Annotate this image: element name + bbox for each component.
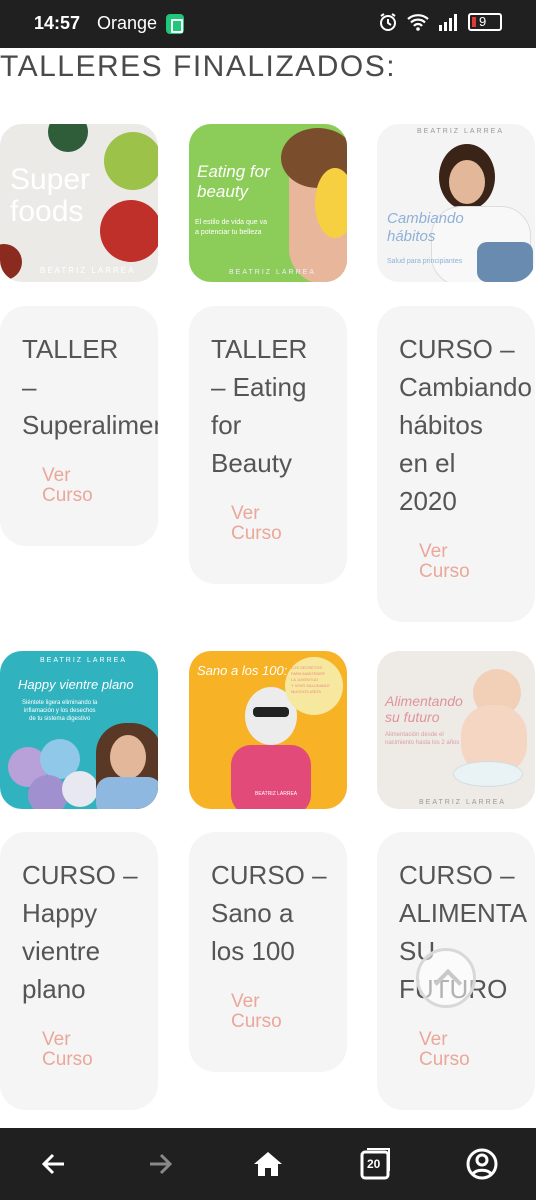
battery-level: 9 — [479, 14, 487, 29]
course-thumbnail-alimentando-su-futuro[interactable]: Alimentando su futuro Alimentación desde… — [377, 651, 535, 809]
battery-icon: 9 — [468, 13, 502, 31]
scroll-to-top-button[interactable] — [416, 948, 476, 1008]
ver-curso-link[interactable]: Ver Curso — [231, 992, 282, 1032]
wifi-icon — [407, 14, 429, 31]
tabs-button[interactable]: 20 — [356, 1144, 396, 1184]
course-thumbnail-eating-for-beauty[interactable]: Eating for beauty El estilo de vida que … — [189, 124, 347, 282]
course-title[interactable]: TALLER – Eating for Beauty — [211, 330, 307, 482]
ver-curso-link[interactable]: Ver Curso — [231, 504, 282, 544]
ver-curso-link[interactable]: Ver Curso — [42, 1030, 93, 1070]
thumb-title: Sano a los 100: — [197, 663, 288, 678]
status-bar: 14:57 Orange 9 — [0, 0, 536, 48]
thumb-title: Cambiando hábitos — [387, 210, 464, 245]
course-card-happy-vientre-plano[interactable]: CURSO – Happy vientre plano Ver Curso — [0, 832, 158, 1110]
back-arrow-icon[interactable] — [34, 1144, 74, 1184]
course-card-eating-for-beauty[interactable]: TALLER – Eating for Beauty Ver Curso — [189, 306, 347, 584]
course-thumbnail-superfoods[interactable]: Super foods BEATRIZ LARREA — [0, 124, 158, 282]
tabs-count: 20 — [367, 1157, 381, 1171]
browser-nav-bar: 20 — [0, 1128, 536, 1200]
course-title[interactable]: CURSO – Cambiando hábitos en el 2020 — [399, 330, 532, 520]
sim-icon — [166, 14, 184, 34]
course-card-cambiando-habitos[interactable]: CURSO – Cambiando hábitos en el 2020 Ver… — [377, 306, 535, 622]
thumb-title: Happy vientre plano — [18, 677, 134, 692]
thumb-subtitle: Siéntete ligera eliminando la inflamació… — [22, 700, 98, 722]
course-card-sano-a-los-100[interactable]: CURSO – Sano a los 100 Ver Curso — [189, 832, 347, 1072]
status-time: 14:57 — [34, 13, 81, 33]
ver-curso-link[interactable]: Ver Curso — [419, 542, 470, 582]
thumb-brand: BEATRIZ LARREA — [229, 269, 316, 276]
ver-curso-link[interactable]: Ver Curso — [419, 1030, 470, 1070]
course-title[interactable]: CURSO – Sano a los 100 — [211, 856, 327, 970]
thumb-subtitle: Salud para principiantes — [387, 258, 463, 265]
thumb-title: Super foods — [10, 163, 91, 228]
status-carrier: Orange — [97, 13, 158, 33]
thumb-title: Alimentando su futuro — [385, 693, 463, 725]
signal-icon — [439, 14, 457, 31]
forward-arrow-icon[interactable] — [140, 1144, 180, 1184]
thumb-brand: BEATRIZ LARREA — [40, 266, 136, 275]
course-thumbnail-happy-vientre-plano[interactable]: Happy vientre plano Siéntete ligera elim… — [0, 651, 158, 809]
ver-curso-link[interactable]: Ver Curso — [42, 466, 93, 506]
thumb-brand: BEATRIZ LARREA — [255, 791, 298, 797]
course-title[interactable]: CURSO – Happy vientre plano — [22, 856, 138, 1008]
account-icon[interactable] — [462, 1144, 502, 1184]
home-icon[interactable] — [248, 1144, 288, 1184]
thumb-brand: BEATRIZ LARREA — [419, 799, 506, 806]
thumb-brand: BEATRIZ LARREA — [417, 128, 504, 135]
course-thumbnail-sano-a-los-100[interactable]: Sano a los 100: LOS SECRETOS PARA MANTEN… — [189, 651, 347, 809]
course-thumbnail-cambiando-habitos[interactable]: Cambiando hábitos Salud para principiant… — [377, 124, 535, 282]
thumb-brand: BEATRIZ LARREA — [40, 657, 127, 664]
thumb-subtitle: LOS SECRETOS PARA MANTENER LA JUVENTUD Y… — [291, 665, 330, 694]
alarm-icon — [380, 13, 396, 31]
section-heading: TALLERES FINALIZADOS: — [0, 50, 397, 83]
course-title[interactable]: TALLER – Superalimentos — [22, 330, 158, 444]
thumb-subtitle: Alimentación desde el nacimiento hasta l… — [385, 732, 460, 746]
thumb-subtitle: El estilo de vida que va a potenciar tu … — [195, 219, 267, 236]
thumb-title: Eating for beauty — [197, 162, 270, 201]
course-card-superalimentos[interactable]: TALLER – Superalimentos Ver Curso — [0, 306, 158, 546]
